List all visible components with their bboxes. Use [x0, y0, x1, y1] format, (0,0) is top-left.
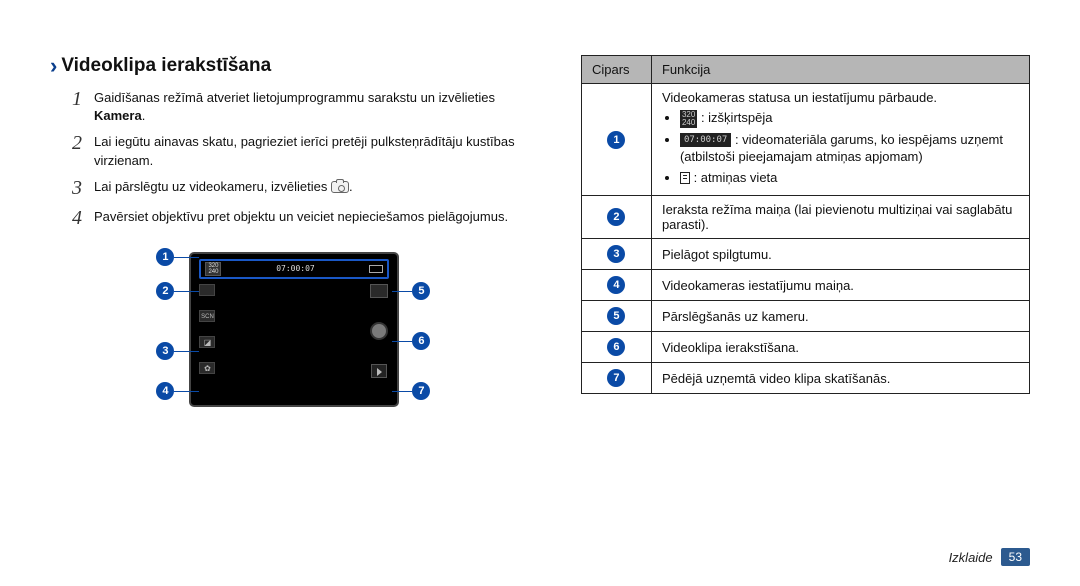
- callout-1: 1: [156, 248, 174, 266]
- row-text: Videoklipa ierakstīšana.: [651, 332, 1029, 363]
- page-footer: Izklaide 53: [949, 548, 1030, 566]
- row-number: 5: [607, 307, 625, 325]
- table-header-function: Funkcija: [651, 56, 1029, 84]
- row-text: Pārslēgšanās uz kameru.: [651, 301, 1029, 332]
- record-button-icon: [370, 322, 388, 340]
- bullet: 320240 : izšķirtspēja: [680, 109, 1019, 128]
- step: 1 Gaidīšanas režīmā atveriet lietojumpro…: [72, 87, 539, 125]
- camera-icon: [331, 181, 349, 193]
- step-text: Lai iegūtu ainavas skatu, pagrieziet ier…: [94, 131, 539, 169]
- row-intro: Videokameras statusa un iestatījumu pārb…: [662, 90, 1019, 105]
- table-row: 5 Pārslēgšanās uz kameru.: [581, 301, 1029, 332]
- mode-icon: [199, 284, 215, 296]
- footer-page-number: 53: [1001, 548, 1030, 566]
- row-number: 1: [607, 131, 625, 149]
- footer-section: Izklaide: [949, 550, 993, 565]
- heading-text: Videoklipa ierakstīšana: [61, 55, 271, 77]
- duration-icon: 07:00:07: [680, 133, 731, 147]
- step-text: Pavērsiet objektīvu pret objektu un veic…: [94, 206, 508, 230]
- table-row: 3 Pielāgot spilgtumu.: [581, 239, 1029, 270]
- screenshot-status-bar: 320240 07:00:07: [199, 259, 389, 279]
- step-number: 2: [72, 131, 94, 169]
- brightness-icon: ◪: [199, 336, 215, 348]
- camcorder-screenshot: 320240 07:00:07 SCN ◪ ✿: [189, 252, 399, 407]
- row-number: 3: [607, 245, 625, 263]
- row-number: 7: [607, 369, 625, 387]
- scene-icon: SCN: [199, 310, 215, 322]
- step: 3 Lai pārslēgtu uz videokameru, izvēliet…: [72, 176, 539, 200]
- row-text: Ieraksta režīma maiņa (lai pievienotu mu…: [651, 196, 1029, 239]
- table-row: 7 Pēdējā uzņemtā video klipa skatīšanās.: [581, 363, 1029, 394]
- table-row: 2 Ieraksta režīma maiņa (lai pievienotu …: [581, 196, 1029, 239]
- step: 4 Pavērsiet objektīvu pret objektu un ve…: [72, 206, 539, 230]
- table-row: 1 Videokameras statusa un iestatījumu pā…: [581, 84, 1029, 196]
- callout-3: 3: [156, 342, 174, 360]
- step-text: Gaidīšanas režīmā atveriet lietojumprogr…: [94, 87, 539, 125]
- table-row: 6 Videoklipa ierakstīšana.: [581, 332, 1029, 363]
- step-number: 1: [72, 87, 94, 125]
- steps-list: 1 Gaidīšanas režīmā atveriet lietojumpro…: [50, 87, 539, 230]
- callout-6: 6: [412, 332, 430, 350]
- table-header-number: Cipars: [581, 56, 651, 84]
- table-row: 4 Videokameras iestatījumu maiņa.: [581, 270, 1029, 301]
- settings-icon: ✿: [199, 362, 215, 374]
- row-text: Videokameras iestatījumu maiņa.: [651, 270, 1029, 301]
- section-heading: › Videoklipa ierakstīšana: [50, 55, 539, 77]
- step-number: 4: [72, 206, 94, 230]
- row-text: Pēdējā uzņemtā video klipa skatīšanās.: [651, 363, 1029, 394]
- function-table: Cipars Funkcija 1 Videokameras statusa u…: [581, 55, 1030, 394]
- bullet: 07:00:07 : videomateriāla garums, ko ies…: [680, 131, 1019, 166]
- callout-2: 2: [156, 282, 174, 300]
- battery-icon: [369, 265, 383, 273]
- step: 2 Lai iegūtu ainavas skatu, pagrieziet i…: [72, 131, 539, 169]
- row-number: 2: [607, 208, 625, 226]
- storage-icon: [680, 172, 690, 184]
- chevron-icon: ›: [50, 55, 57, 77]
- camera-toggle-icon: [370, 284, 388, 298]
- resolution-icon: 320240: [205, 262, 221, 276]
- timer-label: 07:00:07: [276, 264, 315, 273]
- step-number: 3: [72, 176, 94, 200]
- row-number: 4: [607, 276, 625, 294]
- resolution-icon: 320240: [680, 110, 697, 128]
- row-number: 6: [607, 338, 625, 356]
- callout-4: 4: [156, 382, 174, 400]
- row-text: Pielāgot spilgtumu.: [651, 239, 1029, 270]
- callout-7: 7: [412, 382, 430, 400]
- play-button-icon: [371, 364, 387, 378]
- callout-5: 5: [412, 282, 430, 300]
- bullet: : atmiņas vieta: [680, 169, 1019, 187]
- step-text: Lai pārslēgtu uz videokameru, izvēlietie…: [94, 176, 353, 200]
